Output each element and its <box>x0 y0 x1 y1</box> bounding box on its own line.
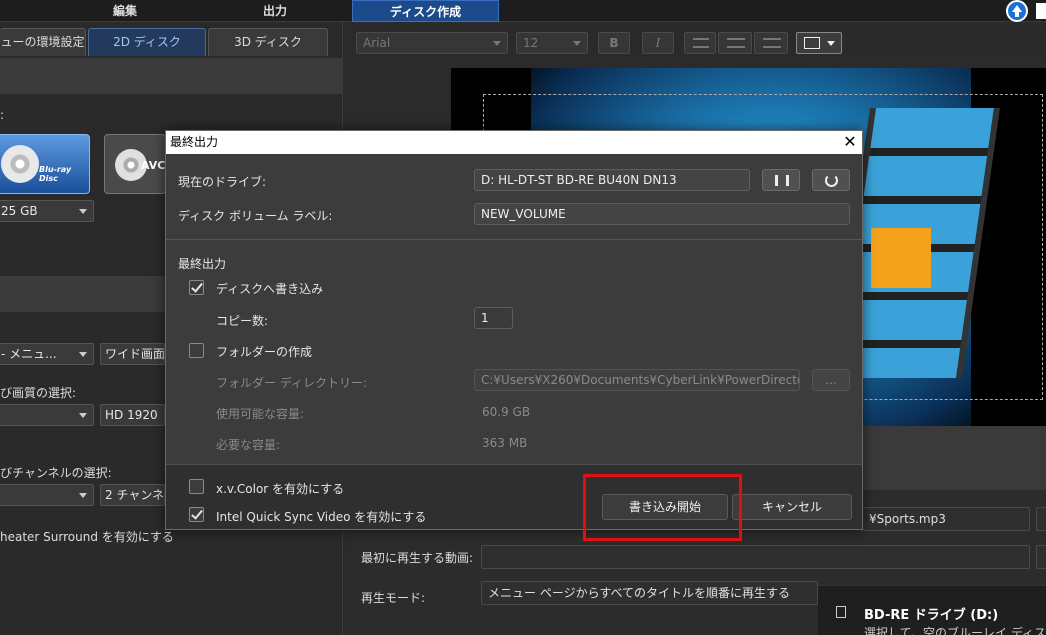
upload-icon[interactable] <box>1006 0 1028 22</box>
chevron-down-icon <box>79 352 87 357</box>
copies-label: コピー数: <box>216 314 269 328</box>
align-center-button[interactable] <box>718 32 752 54</box>
format-dropdown[interactable] <box>0 404 94 426</box>
playback-mode-dropdown[interactable]: メニュー ページからすべてのタイトルを順番に再生する <box>481 581 818 605</box>
folder-directory-field: C:¥Users¥X260¥Documents¥CyberLink¥PowerD… <box>474 369 800 391</box>
chevron-down-icon <box>493 41 501 46</box>
tab-menu-settings[interactable]: ューの環境設定 <box>0 28 86 56</box>
aspect-dropdown-value: ワイド画面 <box>105 347 165 361</box>
menu-dropdown[interactable]: - メニュ... <box>0 343 94 365</box>
highlight-annotation <box>583 474 742 541</box>
write-disc-checkbox[interactable] <box>189 280 204 295</box>
cancel-button[interactable]: キャンセル <box>732 494 852 520</box>
quality-label: び画質の選択: <box>0 386 77 400</box>
drive-notification[interactable]: BD-RE ドライブ (D:) 選択して、空のブルーレイ ディスク <box>818 585 1046 635</box>
tools-icon <box>775 175 789 186</box>
copies-field[interactable]: 1 <box>474 307 513 329</box>
bluray-logo-text: Blu-ray Disc <box>39 165 72 183</box>
current-drive-label: 現在のドライブ: <box>178 175 267 189</box>
grid-button[interactable] <box>796 32 842 54</box>
disc-icon <box>1 145 39 183</box>
italic-button[interactable]: I <box>642 32 674 54</box>
chevron-down-icon <box>827 41 835 46</box>
refresh-icon <box>825 174 838 187</box>
dialog-title: 最終出力 <box>166 131 862 154</box>
background-music-field[interactable]: ¥Sports.mp3 <box>862 507 1030 531</box>
capacity-value: 25 GB <box>1 204 38 218</box>
first-video-label: 最初に再生する動画: <box>361 551 474 565</box>
bluray-disc-button[interactable]: Blu-ray Disc <box>0 134 90 194</box>
current-drive-field[interactable]: D: HL-DT-ST BD-RE BU40N DN13 <box>474 169 750 191</box>
tab-3d-disc[interactable]: 3D ディスク <box>208 28 328 56</box>
folder-directory-label: フォルダー ディレクトリー: <box>216 376 368 390</box>
music-browse-button[interactable] <box>1036 507 1046 531</box>
drive-settings-button[interactable] <box>762 169 800 191</box>
tab-edit[interactable]: 編集 <box>85 0 165 22</box>
tab-2d-disc[interactable]: 2D ディスク <box>88 28 206 56</box>
font-size-select[interactable]: 12 <box>516 32 588 54</box>
align-left-button[interactable] <box>684 32 716 54</box>
channel-label: びチャンネルの選択: <box>0 466 112 480</box>
avchd-disc-button[interactable]: AVC <box>104 134 166 194</box>
chevron-down-icon <box>79 413 87 418</box>
xvcolor-label: x.v.Color を有効にする <box>216 482 345 496</box>
app-window: 編集 出力 ディスク作成 ューの環境設定 2D ディスク 3D ディスク : B… <box>0 0 1046 635</box>
first-video-field[interactable] <box>481 545 1030 569</box>
close-icon[interactable]: ✕ <box>838 131 862 154</box>
font-size-value: 12 <box>523 36 539 50</box>
divider <box>166 239 862 240</box>
align-center-icon <box>727 38 745 48</box>
tab-output[interactable]: 出力 <box>235 0 315 22</box>
required-space-label: 必要な容量: <box>216 438 281 452</box>
eject-refresh-button[interactable] <box>812 169 850 191</box>
quicksync-checkbox[interactable] <box>189 507 204 522</box>
create-folder-checkbox[interactable] <box>189 343 204 358</box>
available-space-value: 60.9 GB <box>482 405 531 419</box>
channel-value: 2 チャンネ <box>105 488 165 502</box>
drive-icon <box>836 606 846 618</box>
volume-label-field[interactable]: NEW_VOLUME <box>474 203 850 225</box>
aspect-dropdown[interactable]: ワイド画面 <box>100 343 165 365</box>
final-output-dialog: 最終出力 ✕ 現在のドライブ: D: HL-DT-ST BD-RE BU40N … <box>165 130 863 530</box>
required-space-value: 363 MB <box>482 436 528 450</box>
disc-type-label: : <box>0 108 5 122</box>
dialog-footer: x.v.Color を有効にする Intel Quick Sync Video … <box>166 464 862 529</box>
browse-folder-button: ... <box>812 369 850 391</box>
first-video-add-button[interactable] <box>1036 545 1046 569</box>
avc-logo-text: AVC <box>141 159 166 172</box>
resolution-dropdown[interactable]: HD 1920 <box>100 404 165 426</box>
playback-mode-label: 再生モード: <box>361 591 426 605</box>
final-output-section-title: 最終出力 <box>178 257 227 271</box>
resolution-value: HD 1920 <box>105 408 158 422</box>
available-space-label: 使用可能な容量: <box>216 407 305 421</box>
section-header <box>0 58 343 94</box>
align-right-icon <box>763 38 781 48</box>
notification-body: 選択して、空のブルーレイ ディスク <box>864 626 1046 635</box>
font-select[interactable]: Arial <box>356 32 508 54</box>
write-disc-label: ディスクへ書き込み <box>216 282 324 296</box>
chevron-down-icon <box>79 493 87 498</box>
surround-label: heater Surround を有効にする <box>0 530 174 544</box>
volume-label-label: ディスク ボリューム ラベル: <box>178 209 333 223</box>
chevron-down-icon <box>79 209 87 214</box>
quicksync-label: Intel Quick Sync Video を有効にする <box>216 510 427 524</box>
create-folder-label: フォルダーの作成 <box>216 345 313 359</box>
font-value: Arial <box>363 36 391 50</box>
channel-dropdown[interactable]: 2 チャンネ <box>100 484 165 506</box>
align-right-button[interactable] <box>754 32 788 54</box>
bold-button[interactable]: B <box>598 32 630 54</box>
notification-title: BD-RE ドライブ (D:) <box>864 608 999 623</box>
edge-icon <box>1036 3 1046 19</box>
grid-icon <box>804 37 820 49</box>
audio-format-dropdown[interactable] <box>0 484 94 506</box>
align-left-icon <box>693 38 709 48</box>
xvcolor-checkbox[interactable] <box>189 479 204 494</box>
chevron-down-icon <box>573 41 581 46</box>
tab-disc-create[interactable]: ディスク作成 <box>352 0 499 22</box>
menu-dropdown-value: - メニュ... <box>1 347 57 361</box>
capacity-dropdown[interactable]: 25 GB <box>0 200 94 222</box>
